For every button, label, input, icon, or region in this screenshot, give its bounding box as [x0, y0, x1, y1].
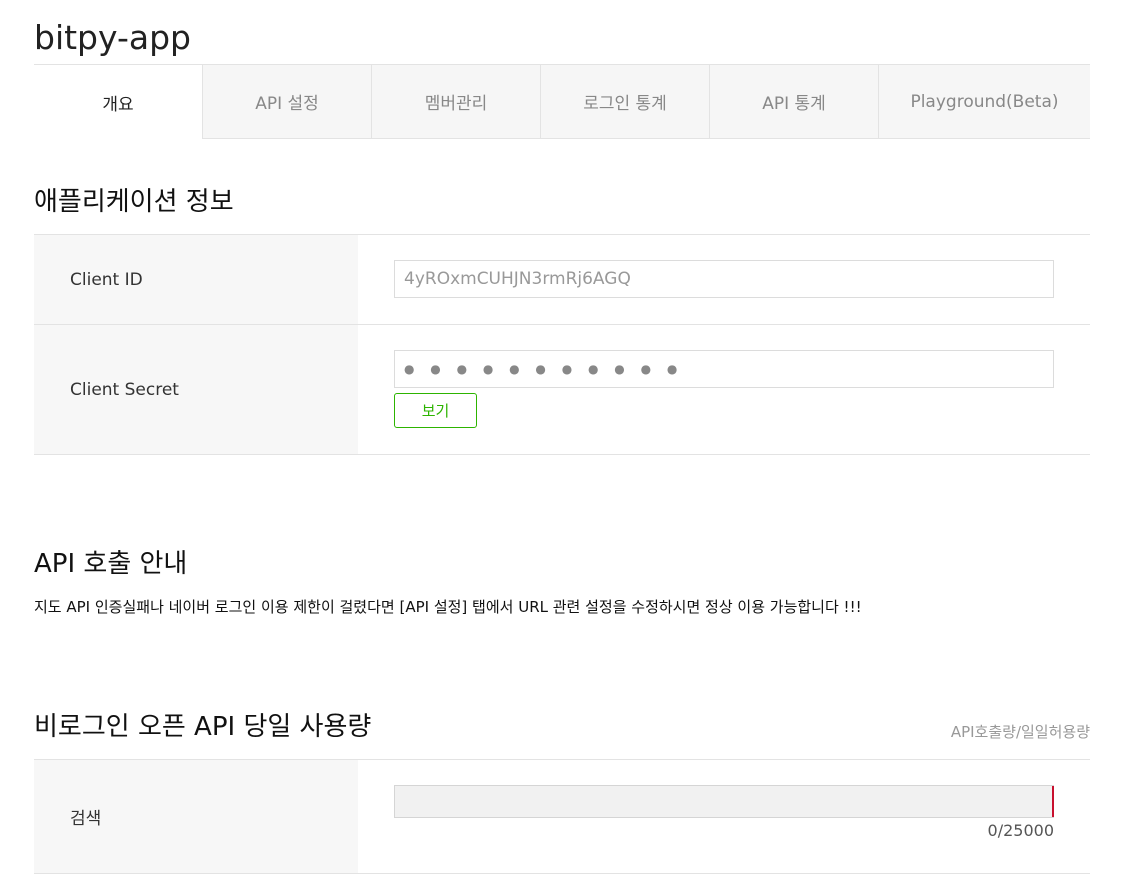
api-notice-title: API 호출 안내 — [34, 549, 188, 579]
tab-bar: 개요 API 설정 멤버관리 로그인 통계 API 통계 Playground(… — [34, 64, 1090, 139]
usage-progress-bar — [394, 785, 1054, 818]
client-secret-row: Client Secret ● ● ● ● ● ● ● ● ● ● ● 보기 — [34, 325, 1090, 455]
client-secret-masked-value: ● ● ● ● ● ● ● ● ● ● ● — [404, 362, 684, 376]
client-id-label: Client ID — [34, 235, 358, 324]
tab-login-statistics[interactable]: 로그인 통계 — [540, 65, 709, 139]
client-secret-field[interactable]: ● ● ● ● ● ● ● ● ● ● ● — [394, 350, 1054, 388]
client-id-field[interactable]: 4yROxmCUHJN3rmRj6AGQ — [394, 260, 1054, 298]
app-info-table: Client ID 4yROxmCUHJN3rmRj6AGQ Client Se… — [34, 234, 1090, 455]
client-secret-label: Client Secret — [34, 325, 358, 454]
usage-cell-search: 0/25000 — [358, 760, 1090, 873]
client-id-cell: 4yROxmCUHJN3rmRj6AGQ — [358, 235, 1090, 324]
tab-overview[interactable]: 개요 — [34, 65, 202, 139]
client-id-row: Client ID 4yROxmCUHJN3rmRj6AGQ — [34, 235, 1090, 325]
client-secret-cell: ● ● ● ● ● ● ● ● ● ● ● 보기 — [358, 325, 1090, 454]
usage-label-search: 검색 — [34, 760, 358, 873]
usage-row-search: 검색 0/25000 — [34, 760, 1090, 874]
usage-count: 0/25000 — [987, 821, 1054, 840]
usage-table: 검색 0/25000 — [34, 759, 1090, 874]
tab-api-statistics[interactable]: API 통계 — [709, 65, 878, 139]
usage-title: 비로그인 오픈 API 당일 사용량 — [34, 712, 372, 742]
api-notice-text: 지도 API 인증실패나 네이버 로그인 이용 제한이 걸렸다면 [API 설정… — [34, 598, 862, 616]
tab-playground[interactable]: Playground(Beta) — [878, 65, 1090, 139]
app-title: bitpy-app — [34, 18, 191, 57]
view-secret-button[interactable]: 보기 — [394, 393, 477, 428]
usage-unit-label: API호출량/일일허용량 — [950, 723, 1090, 741]
usage-limit-marker — [1052, 786, 1054, 817]
app-info-title: 애플리케이션 정보 — [34, 187, 234, 217]
tab-api-settings[interactable]: API 설정 — [202, 65, 371, 139]
tab-member-management[interactable]: 멤버관리 — [371, 65, 540, 139]
page: bitpy-app 개요 API 설정 멤버관리 로그인 통계 API 통계 P… — [0, 0, 1132, 892]
